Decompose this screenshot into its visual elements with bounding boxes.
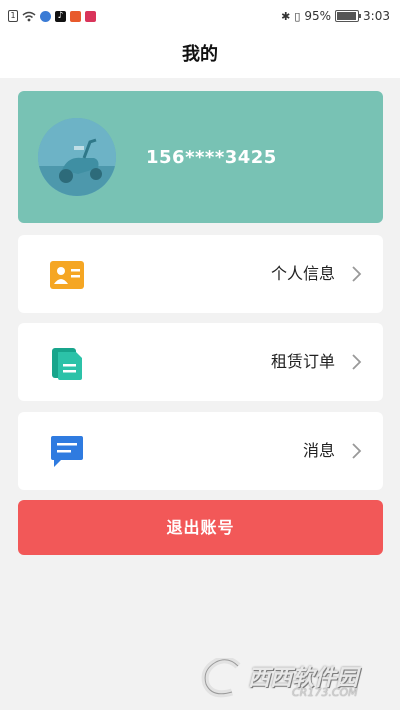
tiktok-icon: ♪ <box>55 10 66 22</box>
menu-item-personal-info[interactable]: 个人信息 <box>18 235 383 313</box>
watermark-subtitle: CR173.COM <box>292 686 358 699</box>
menu-item-messages[interactable]: 消息 <box>18 412 383 490</box>
status-bar-right: ✱ ▯ 95% 3:03 <box>281 8 390 24</box>
logout-button[interactable]: 退出账号 <box>18 500 383 555</box>
battery-icon <box>335 10 362 22</box>
menu-item-rental-orders[interactable]: 租赁订单 <box>18 323 383 401</box>
page-title: 我的 <box>182 44 218 65</box>
chevron-right-icon <box>352 266 362 282</box>
menu-item-label: 个人信息 <box>270 264 335 283</box>
avatar[interactable] <box>38 118 116 196</box>
id-card-icon <box>50 261 84 289</box>
message-icon <box>51 436 83 467</box>
chevron-right-icon <box>352 443 362 459</box>
app-icon-1 <box>40 10 51 22</box>
vibrate-icon: ▯ <box>294 9 301 23</box>
profile-card[interactable]: 156****3425 <box>18 91 383 223</box>
menu-item-label: 租赁订单 <box>270 352 335 371</box>
header: 我的 <box>0 32 400 78</box>
clock: 3:03 <box>363 9 390 23</box>
battery-percent: 95% <box>304 9 332 23</box>
wifi-icon <box>22 11 36 21</box>
battery-fill <box>337 12 357 20</box>
bluetooth-icon: ✱ <box>281 9 291 23</box>
watermark-logo-icon <box>201 658 241 698</box>
app-icon-4 <box>85 10 96 22</box>
watermark: 西西软件园 CR173.COM <box>198 658 388 700</box>
phone-number: 156****3425 <box>146 147 277 168</box>
scooter-photo <box>38 118 116 196</box>
status-bar: 1 ♪ ✱ ▯ 95% 3:03 <box>0 0 400 32</box>
sim-icon: 1 <box>8 10 18 22</box>
app-icon-3 <box>70 10 81 22</box>
menu-item-label: 消息 <box>302 441 335 460</box>
status-bar-left: 1 ♪ <box>8 8 96 24</box>
document-icon <box>52 348 82 380</box>
chevron-right-icon <box>352 354 362 370</box>
